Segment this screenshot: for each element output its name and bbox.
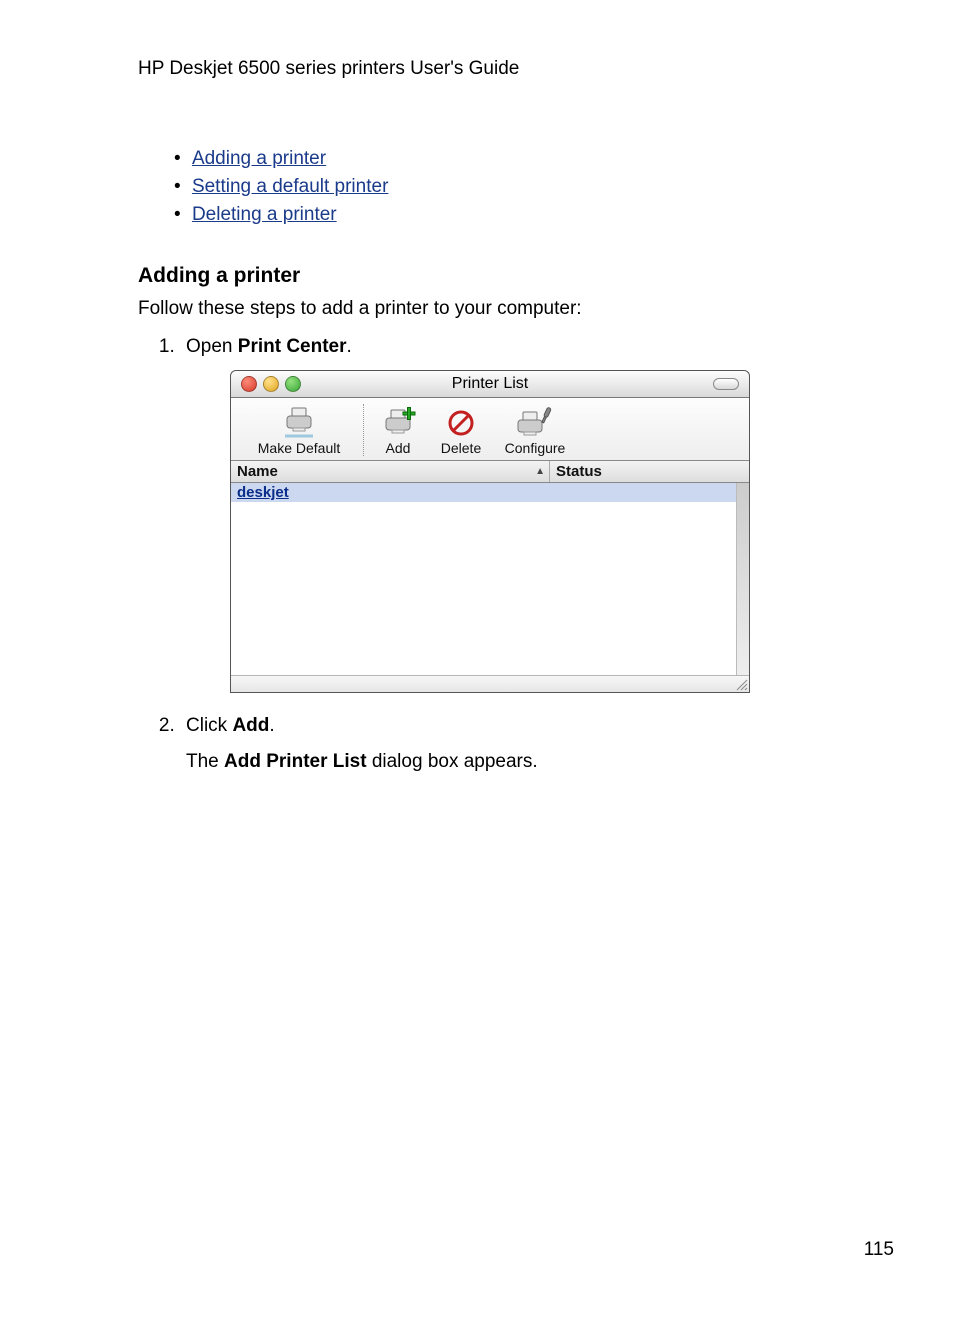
step-1-bold: Print Center [238,336,347,357]
make-default-button[interactable]: Make Default [237,404,364,456]
document-header: HP Deskjet 6500 series printers User's G… [138,58,894,80]
column-name-header[interactable]: Name ▲ [231,461,550,482]
toc-link-default[interactable]: Setting a default printer [192,176,388,197]
list-row[interactable]: deskjet [231,483,736,502]
close-icon[interactable] [241,376,257,392]
steps-list: Open Print Center. Printer List [158,336,894,773]
make-default-label: Make Default [241,440,357,456]
printer-list-body[interactable]: deskjet [231,483,736,675]
step-2-bold: Add [232,715,269,736]
printer-default-icon [275,404,323,438]
window-title: Printer List [231,375,749,393]
row-status [551,483,736,502]
sort-ascending-icon: ▲ [535,466,545,477]
add-label: Add [370,440,426,456]
page-number: 115 [864,1239,894,1261]
section-lead: Follow these steps to add a printer to y… [138,298,894,320]
step-2-sub: The Add Printer List dialog box appears. [186,751,894,773]
step-2: Click Add. The Add Printer List dialog b… [180,715,894,773]
step-2-sub-bold: Add Printer List [224,751,367,772]
zoom-icon[interactable] [285,376,301,392]
toolbar-toggle-button[interactable] [713,378,739,390]
printer-configure-icon [511,404,559,438]
toc-list: Adding a printer Setting a default print… [174,148,894,226]
column-headers: Name ▲ Status [231,461,749,483]
resize-handle-icon[interactable] [734,677,748,691]
step-1: Open Print Center. Printer List [180,336,894,693]
row-name: deskjet [231,483,551,502]
vertical-scrollbar[interactable] [736,483,749,675]
delete-icon [437,404,485,438]
configure-button[interactable]: Configure [492,404,578,456]
window-toolbar: Make Default [231,398,749,461]
window-statusbar [231,675,749,692]
toc-link-adding[interactable]: Adding a printer [192,148,326,169]
toc-link-deleting[interactable]: Deleting a printer [192,204,337,225]
printer-list-window: Printer List Make Defau [230,370,750,693]
add-button[interactable]: Add [366,404,430,456]
minimize-icon[interactable] [263,376,279,392]
column-status-header[interactable]: Status [550,461,749,482]
configure-label: Configure [496,440,574,456]
delete-button[interactable]: Delete [430,404,492,456]
printer-add-icon [374,404,422,438]
window-titlebar[interactable]: Printer List [231,371,749,398]
delete-label: Delete [434,440,488,456]
section-heading: Adding a printer [138,264,894,288]
